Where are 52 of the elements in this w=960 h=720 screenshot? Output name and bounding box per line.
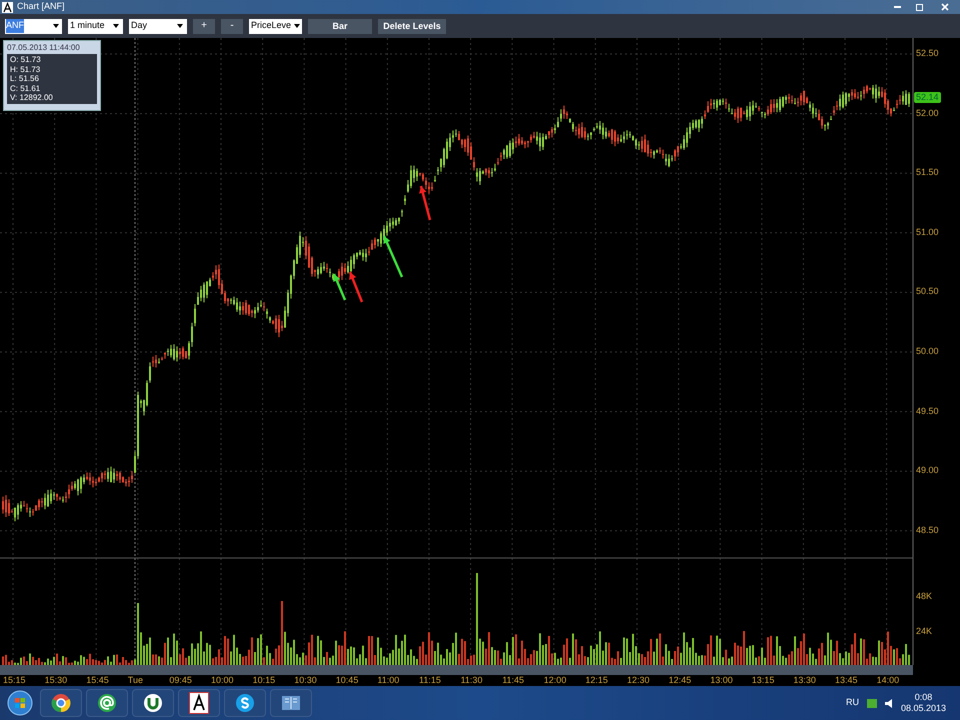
zoom-out-button[interactable]: - [221, 18, 243, 34]
time-axis-label: 15:45 [86, 675, 109, 686]
levels-dropdown[interactable]: PriceLeve [249, 18, 302, 34]
price-axis-label: 50.00 [916, 347, 939, 356]
time-axis-label: 10:15 [252, 675, 276, 686]
interval-dropdown[interactable]: 1 minute [68, 18, 123, 34]
time-axis-label: 11:30 [460, 675, 482, 686]
period-dropdown[interactable]: Day [129, 18, 187, 34]
time-axis-label: 10:00 [211, 675, 234, 686]
last-price-badge: 52.14 [914, 92, 941, 103]
clock-date: 08.05.2013 [900, 703, 946, 714]
time-axis-label: 12:45 [668, 675, 692, 686]
bar-timestamp: 07.05.2013 11:44:00 [7, 43, 81, 53]
time-axis-label: 13:00 [710, 675, 733, 686]
volume-axis-label: 48K [916, 592, 932, 601]
price-axis-label: 48.50 [916, 526, 939, 535]
time-axis-label: 10:30 [294, 675, 317, 686]
time-axis-label: 12:15 [585, 675, 608, 686]
time-axis-label: 13:30 [793, 675, 816, 686]
time-axis-label: 10:45 [336, 675, 358, 686]
ohlc-value: C: 51.61 [10, 84, 42, 94]
volume-axis-label: 24K [916, 627, 932, 636]
time-axis-label: 09:45 [169, 675, 192, 686]
time-axis-label: 15:15 [3, 675, 26, 686]
time-axis-label: 12:30 [627, 675, 650, 686]
price-axis-label: 52.50 [916, 49, 939, 58]
time-axis-label: Tue [128, 675, 143, 686]
price-axis-label: 49.00 [916, 466, 939, 476]
time-axis-label: 13:15 [752, 675, 774, 686]
delete-levels-button[interactable]: Delete Levels [378, 18, 446, 34]
time-axis-label: 13:45 [835, 675, 858, 686]
ohlc-value: H: 51.73 [10, 64, 42, 74]
language-indicator[interactable]: RU [846, 696, 859, 710]
price-axis-label: 49.50 [916, 406, 939, 416]
time-axis-label: 11:15 [419, 675, 441, 686]
price-axis-label: 51.00 [916, 228, 939, 237]
time-axis-label: 15:30 [44, 675, 68, 686]
time-axis-label: 11:45 [502, 675, 524, 686]
ohlc-value: V: 12892.00 [10, 93, 54, 103]
ohlc-value: O: 51.73 [10, 55, 42, 65]
price-axis-label: 52.00 [916, 108, 939, 118]
time-axis-label: 11:00 [377, 675, 400, 686]
window-title: Chart [ANF] [17, 0, 65, 14]
symbol-dropdown[interactable]: ANF [5, 18, 62, 34]
price-axis-label: 51.50 [916, 168, 939, 178]
time-axis-label: 12:00 [544, 675, 566, 686]
chart-type-button[interactable]: Bar [308, 18, 372, 34]
clock-time: 0:08 [914, 692, 932, 703]
price-axis-label: 50.50 [916, 287, 939, 296]
time-axis-label: 14:00 [876, 675, 900, 686]
zoom-in-button[interactable]: + [193, 18, 215, 34]
ohlc-value: L: 51.56 [10, 74, 40, 84]
